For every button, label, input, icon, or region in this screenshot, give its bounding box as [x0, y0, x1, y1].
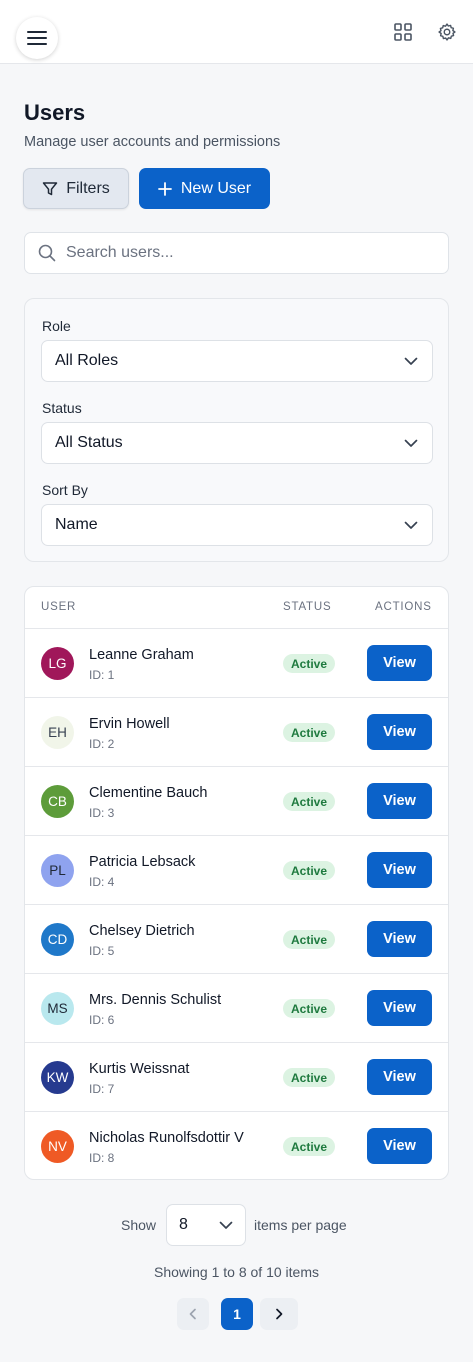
chevron-down-icon: [404, 357, 418, 365]
search-icon: [38, 244, 56, 262]
status-badge: Active: [283, 930, 336, 949]
next-page-button[interactable]: [260, 1298, 298, 1330]
table-row: EH Ervin Howell ID: 2 Active View: [25, 698, 448, 767]
filter-icon: [42, 181, 58, 195]
table-header: USER STATUS ACTIONS: [25, 587, 448, 629]
sort-label: Sort By: [42, 482, 88, 498]
page-size-select[interactable]: 8: [166, 1204, 246, 1246]
status-badge: Active: [283, 1068, 336, 1087]
chevron-left-icon: [189, 1308, 196, 1320]
status-label: Status: [42, 400, 82, 416]
view-button[interactable]: View: [367, 852, 432, 888]
table-row: CB Clementine Bauch ID: 3 Active View: [25, 767, 448, 836]
pagination-summary: Showing 1 to 8 of 10 items: [154, 1264, 319, 1280]
user-name: Chelsey Dietrich: [89, 923, 195, 939]
new-user-button[interactable]: New User: [139, 168, 270, 209]
filters-button[interactable]: Filters: [23, 168, 129, 209]
avatar: EH: [41, 716, 74, 749]
status-badge: Active: [283, 654, 336, 673]
new-user-button-label: New User: [180, 179, 252, 197]
column-header-user: USER: [41, 601, 77, 613]
grid-icon: [394, 23, 412, 41]
users-table: USER STATUS ACTIONS LG Leanne Graham ID: 1…: [24, 586, 449, 1180]
chevron-right-icon: [276, 1308, 283, 1320]
avatar: CD: [41, 923, 74, 956]
avatar: CB: [41, 785, 74, 818]
role-label: Role: [42, 318, 71, 334]
avatar: NV: [41, 1130, 74, 1163]
sort-select-value: Name: [55, 516, 98, 533]
view-button[interactable]: View: [367, 990, 432, 1026]
user-id: ID: 5: [89, 944, 115, 958]
user-id: ID: 6: [89, 1013, 115, 1027]
chevron-down-icon: [404, 521, 418, 529]
view-button[interactable]: View: [367, 645, 432, 681]
plus-icon: [157, 181, 172, 196]
avatar: KW: [41, 1061, 74, 1094]
user-id: ID: 1: [89, 668, 115, 682]
user-id: ID: 3: [89, 806, 115, 820]
page-button-1[interactable]: 1: [221, 1298, 253, 1330]
view-button[interactable]: View: [367, 714, 432, 750]
chevron-down-icon: [404, 439, 418, 447]
filters-button-label: Filters: [66, 179, 110, 197]
sort-select[interactable]: Name: [41, 504, 433, 546]
role-select-value: All Roles: [55, 352, 119, 369]
role-select[interactable]: All Roles: [41, 340, 433, 382]
menu-button[interactable]: [16, 17, 58, 59]
status-badge: Active: [283, 1137, 336, 1156]
status-select[interactable]: All Status: [41, 422, 433, 464]
page-title: Users: [24, 100, 86, 125]
grid-view-button[interactable]: [391, 20, 415, 44]
user-name: Mrs. Dennis Schulist: [89, 992, 222, 1008]
show-label: Show: [121, 1217, 157, 1233]
user-name: Ervin Howell: [89, 716, 170, 732]
table-row: CD Chelsey Dietrich ID: 5 Active View: [25, 905, 448, 974]
search-input[interactable]: [66, 244, 426, 262]
table-row: MS Mrs. Dennis Schulist ID: 6 Active View: [25, 974, 448, 1043]
user-name: Nicholas Runolfsdottir V: [89, 1130, 244, 1146]
user-id: ID: 4: [89, 875, 115, 889]
prev-page-button[interactable]: [177, 1298, 209, 1330]
gear-icon: [438, 23, 456, 41]
per-page-label: items per page: [254, 1217, 347, 1233]
status-badge: Active: [283, 792, 336, 811]
table-row: LG Leanne Graham ID: 1 Active View: [25, 629, 448, 698]
status-badge: Active: [283, 861, 336, 880]
view-button[interactable]: View: [367, 783, 432, 819]
hamburger-icon: [27, 31, 47, 45]
user-name: Clementine Bauch: [89, 785, 208, 801]
status-badge: Active: [283, 723, 336, 742]
page-subtitle: Manage user accounts and permissions: [24, 134, 281, 150]
user-name: Kurtis Weissnat: [89, 1061, 190, 1077]
status-select-value: All Status: [55, 434, 123, 451]
user-id: ID: 8: [89, 1151, 115, 1165]
status-badge: Active: [283, 999, 336, 1018]
table-row: NV Nicholas Runolfsdottir V ID: 8 Active Vie…: [25, 1112, 448, 1179]
avatar: MS: [41, 992, 74, 1025]
top-bar: [0, 0, 473, 64]
user-id: ID: 7: [89, 1082, 115, 1096]
settings-button[interactable]: [435, 20, 459, 44]
page-size-value: 8: [179, 1216, 188, 1233]
search-box: [24, 232, 449, 274]
table-row: KW Kurtis Weissnat ID: 7 Active View: [25, 1043, 448, 1112]
table-row: PL Patricia Lebsack ID: 4 Active View: [25, 836, 448, 905]
chevron-down-icon: [219, 1221, 233, 1229]
column-header-actions: ACTIONS: [375, 601, 432, 613]
avatar: LG: [41, 647, 74, 680]
avatar: PL: [41, 854, 74, 887]
user-name: Leanne Graham: [89, 647, 194, 663]
view-button[interactable]: View: [367, 921, 432, 957]
view-button[interactable]: View: [367, 1128, 432, 1164]
column-header-status: STATUS: [283, 601, 332, 613]
user-name: Patricia Lebsack: [89, 854, 196, 870]
view-button[interactable]: View: [367, 1059, 432, 1095]
user-id: ID: 2: [89, 737, 115, 751]
filter-panel: Role All Roles Status All Status Sort By…: [24, 298, 449, 562]
